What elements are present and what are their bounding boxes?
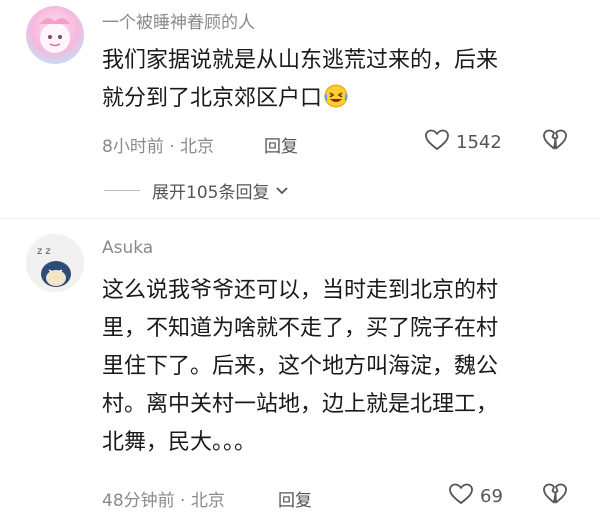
user-avatar[interactable]: z z xyxy=(26,234,84,292)
comment-meta: 48分钟前 · 北京 xyxy=(102,491,225,511)
comment-line: 里，不知道为啥就不走了，买了院子在村 xyxy=(102,316,499,341)
comment-line: 北舞，民大。。。 xyxy=(102,430,257,455)
svg-text:z z: z z xyxy=(37,246,51,257)
comment-line: 这么说我爷爷还可以，当时走到北京的村 xyxy=(102,278,499,303)
reply-button[interactable]: 回复 xyxy=(278,486,312,511)
heart-icon xyxy=(448,482,474,511)
username[interactable]: Asuka xyxy=(102,238,153,258)
comment-line: 里住下了。后来，这个地方叫海淀，魏公 xyxy=(102,354,499,379)
comment-line: 村。离中关村一站地，边上就是北理工， xyxy=(102,392,499,417)
comment-text: 这么说我爷爷还可以，当时走到北京的村 里，不知道为啥就不走了，买了院子在村 里住… xyxy=(102,272,552,462)
like-count: 69 xyxy=(480,486,503,507)
like-button[interactable]: 69 xyxy=(448,482,503,511)
broken-heart-icon xyxy=(542,483,568,510)
dislike-button[interactable] xyxy=(542,482,568,510)
comment-2: z z Asuka 这么说我爷爷还可以，当时走到北京的村 里，不知道为啥就不走了… xyxy=(0,0,600,527)
